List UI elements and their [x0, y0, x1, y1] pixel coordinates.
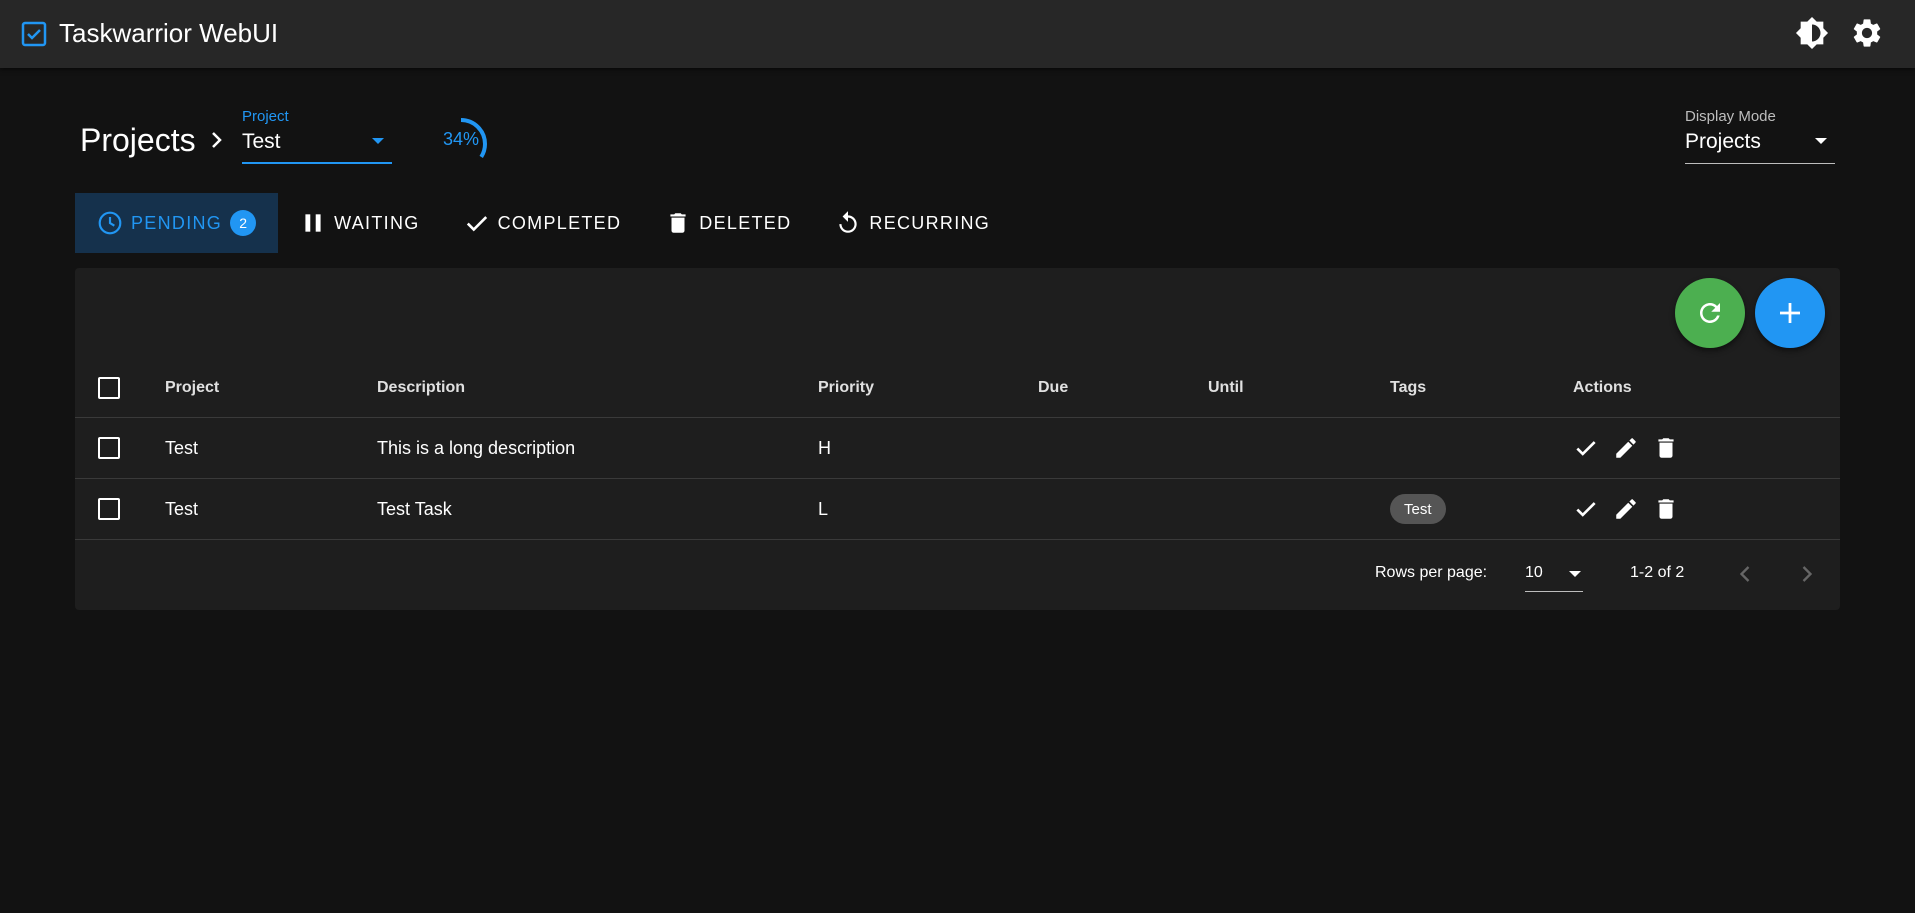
- task-tags: Test: [1390, 479, 1446, 539]
- column-header-due[interactable]: Due: [1038, 358, 1068, 417]
- checkbox-logo-icon: [21, 21, 47, 47]
- project-select-label: Project: [242, 108, 289, 125]
- column-header-actions: Actions: [1573, 378, 1632, 396]
- column-header-tags[interactable]: Tags: [1390, 358, 1426, 417]
- tab-pending-label: PENDING: [131, 212, 223, 233]
- task-description: This is a long description: [377, 437, 576, 458]
- tag-chip[interactable]: Test: [1390, 494, 1446, 524]
- pause-icon: [300, 210, 326, 236]
- tab-recurring[interactable]: RECURRING: [813, 193, 1012, 253]
- table-row[interactable]: Test Test Task L Test: [75, 479, 1840, 540]
- rows-per-page-value: 10: [1525, 564, 1543, 581]
- rows-per-page-label: Rows per page:: [1375, 564, 1488, 581]
- table-header-row: Project Description Priority Due Until T…: [75, 358, 1840, 418]
- column-header-priority[interactable]: Priority: [818, 358, 874, 417]
- next-page-button[interactable]: [1793, 560, 1821, 588]
- column-header-description[interactable]: Description: [377, 358, 465, 417]
- edit-pencil-icon[interactable]: [1613, 435, 1639, 461]
- page-range-text: 1-2 of 2: [1630, 564, 1685, 581]
- task-actions: [1573, 479, 1679, 539]
- status-tabs: PENDING 2 WAITING COMPLETED DELETED RECU…: [75, 193, 1012, 253]
- task-table: Project Description Priority Due Until T…: [75, 358, 1840, 540]
- row-checkbox[interactable]: [98, 498, 120, 520]
- column-header-until[interactable]: Until: [1208, 358, 1244, 417]
- task-table-card: Project Description Priority Due Until T…: [75, 268, 1840, 610]
- trash-icon: [665, 210, 691, 236]
- delete-trash-icon[interactable]: [1653, 435, 1679, 461]
- task-project: Test: [165, 437, 199, 458]
- project-select[interactable]: Project Test: [242, 106, 392, 164]
- task-description: Test Task: [377, 498, 452, 519]
- refresh-icon: [1700, 303, 1720, 323]
- select-all-checkbox[interactable]: [98, 376, 120, 399]
- add-task-button[interactable]: [1755, 278, 1825, 348]
- tab-recurring-label: RECURRING: [869, 212, 991, 233]
- chevron-right-icon: [1802, 566, 1813, 582]
- task-project: Test: [165, 498, 199, 519]
- task-actions: [1573, 418, 1679, 478]
- complete-task-icon[interactable]: [1573, 435, 1599, 461]
- tab-waiting-label: WAITING: [334, 212, 420, 233]
- table-footer: Rows per page: 10 1-2 of 2: [75, 543, 1840, 605]
- dropdown-arrow-icon: [372, 138, 384, 144]
- theme-toggle-icon[interactable]: [1795, 16, 1829, 50]
- row-checkbox[interactable]: [98, 437, 120, 459]
- delete-trash-icon[interactable]: [1653, 496, 1679, 522]
- check-icon: [464, 210, 490, 236]
- app-bar: Taskwarrior WebUI: [0, 0, 1915, 68]
- restart-icon: [835, 210, 861, 236]
- display-mode-select[interactable]: Display Mode Projects: [1685, 106, 1835, 164]
- display-mode-label: Display Mode: [1685, 108, 1776, 125]
- display-mode-value: Projects: [1685, 130, 1761, 153]
- settings-gear-icon[interactable]: [1850, 16, 1884, 50]
- page-title: Projects: [80, 122, 196, 158]
- plus-icon: [1780, 303, 1800, 323]
- complete-task-icon[interactable]: [1573, 496, 1599, 522]
- tab-pending[interactable]: PENDING 2: [75, 193, 279, 253]
- rows-per-page-select[interactable]: 10: [1525, 556, 1583, 592]
- clock-icon: [97, 210, 123, 236]
- progress-percent: 34%: [442, 129, 480, 149]
- chevron-right-icon: [206, 126, 228, 154]
- tab-deleted[interactable]: DELETED: [643, 193, 813, 253]
- table-row[interactable]: Test This is a long description H: [75, 418, 1840, 479]
- tab-completed[interactable]: COMPLETED: [442, 193, 644, 253]
- tab-waiting[interactable]: WAITING: [278, 193, 441, 253]
- tab-deleted-label: DELETED: [699, 212, 792, 233]
- previous-page-button[interactable]: [1731, 560, 1759, 588]
- dropdown-arrow-icon: [1569, 571, 1581, 577]
- task-priority: L: [818, 498, 829, 519]
- column-header-project[interactable]: Project: [165, 358, 219, 417]
- pending-count-badge: 2: [230, 210, 257, 236]
- edit-pencil-icon[interactable]: [1613, 496, 1639, 522]
- tab-completed-label: COMPLETED: [497, 212, 622, 233]
- app-title: Taskwarrior WebUI: [59, 18, 279, 48]
- task-priority: H: [818, 437, 831, 458]
- project-select-value: Test: [242, 130, 281, 153]
- chevron-left-icon: [1739, 566, 1750, 582]
- refresh-button[interactable]: [1675, 278, 1745, 348]
- dropdown-arrow-icon: [1815, 138, 1827, 144]
